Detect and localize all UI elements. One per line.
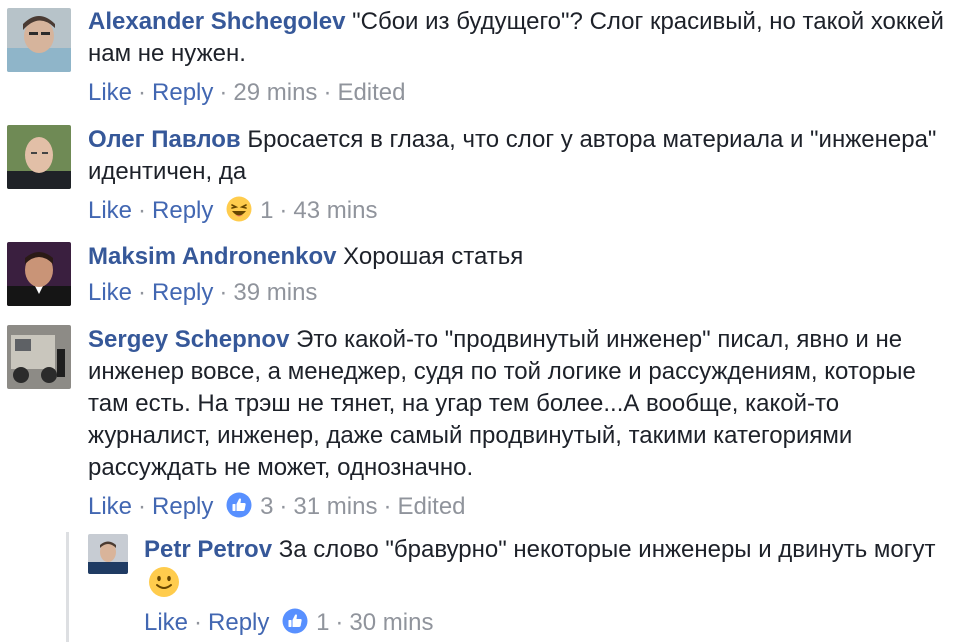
comment-author[interactable]: Alexander Shchegolev (88, 8, 345, 35)
like-link[interactable]: Like (88, 493, 132, 520)
reply-thread-line (66, 532, 69, 642)
comment-text: Олег Павлов Бросается в глаза, что слог … (88, 124, 951, 188)
comment-text: Maksim Andronenkov Хорошая статья (88, 241, 951, 273)
thumbs-up-icon[interactable] (282, 608, 308, 634)
like-link[interactable]: Like (88, 279, 132, 306)
like-link[interactable]: Like (88, 197, 132, 224)
avatar[interactable] (88, 534, 128, 574)
thumbs-up-icon[interactable] (226, 492, 252, 518)
comment-time[interactable]: 31 mins (293, 493, 377, 520)
comment-text: Sergey Schepnov Это какой-то "продвинуты… (88, 324, 951, 484)
reaction-count[interactable]: 1 (260, 197, 273, 224)
comment-author[interactable]: Sergey Schepnov (88, 326, 289, 353)
reply-author[interactable]: Petr Petrov (144, 536, 272, 563)
comment-time[interactable]: 39 mins (233, 279, 317, 306)
reply-link[interactable]: Reply (208, 609, 269, 636)
reply-link[interactable]: Reply (152, 493, 213, 520)
comment-time[interactable]: 43 mins (293, 197, 377, 224)
comment-actions: Like · Reply 3 · 31 mins · Edited (88, 492, 466, 520)
reaction-count[interactable]: 3 (260, 493, 273, 520)
slightly-smiling-face-icon (148, 566, 180, 598)
comment-text: Alexander Shchegolev "Сбои из будущего"?… (88, 6, 951, 70)
like-link[interactable]: Like (144, 609, 188, 636)
comment-actions: Like · Reply 1 · 43 mins (88, 196, 378, 224)
reply-text: Petr Petrov За слово "бравурно" некоторы… (144, 534, 951, 600)
avatar[interactable] (7, 125, 71, 189)
laughing-face-icon[interactable] (226, 196, 252, 222)
comment-time[interactable]: 29 mins (233, 79, 317, 106)
like-link[interactable]: Like (88, 79, 132, 106)
edited-label[interactable]: Edited (397, 493, 465, 520)
avatar[interactable] (7, 242, 71, 306)
comment-author[interactable]: Олег Павлов (88, 126, 241, 153)
edited-label[interactable]: Edited (337, 79, 405, 106)
reply-body: За слово "бравурно" некоторые инженеры и… (278, 536, 936, 563)
reply-actions: Like · Reply 1 · 30 mins (144, 608, 434, 636)
reply-time[interactable]: 30 mins (349, 609, 433, 636)
avatar[interactable] (7, 325, 71, 389)
reaction-count[interactable]: 1 (316, 609, 329, 636)
comment-actions: Like · Reply · 39 mins (88, 279, 318, 306)
avatar[interactable] (7, 8, 71, 72)
reply-link[interactable]: Reply (152, 197, 213, 224)
comment-author[interactable]: Maksim Andronenkov (88, 243, 337, 270)
reply-link[interactable]: Reply (152, 279, 213, 306)
comment-actions: Like · Reply · 29 mins · Edited (88, 79, 406, 106)
comment-body: Хорошая статья (343, 243, 524, 270)
reply-link[interactable]: Reply (152, 79, 213, 106)
